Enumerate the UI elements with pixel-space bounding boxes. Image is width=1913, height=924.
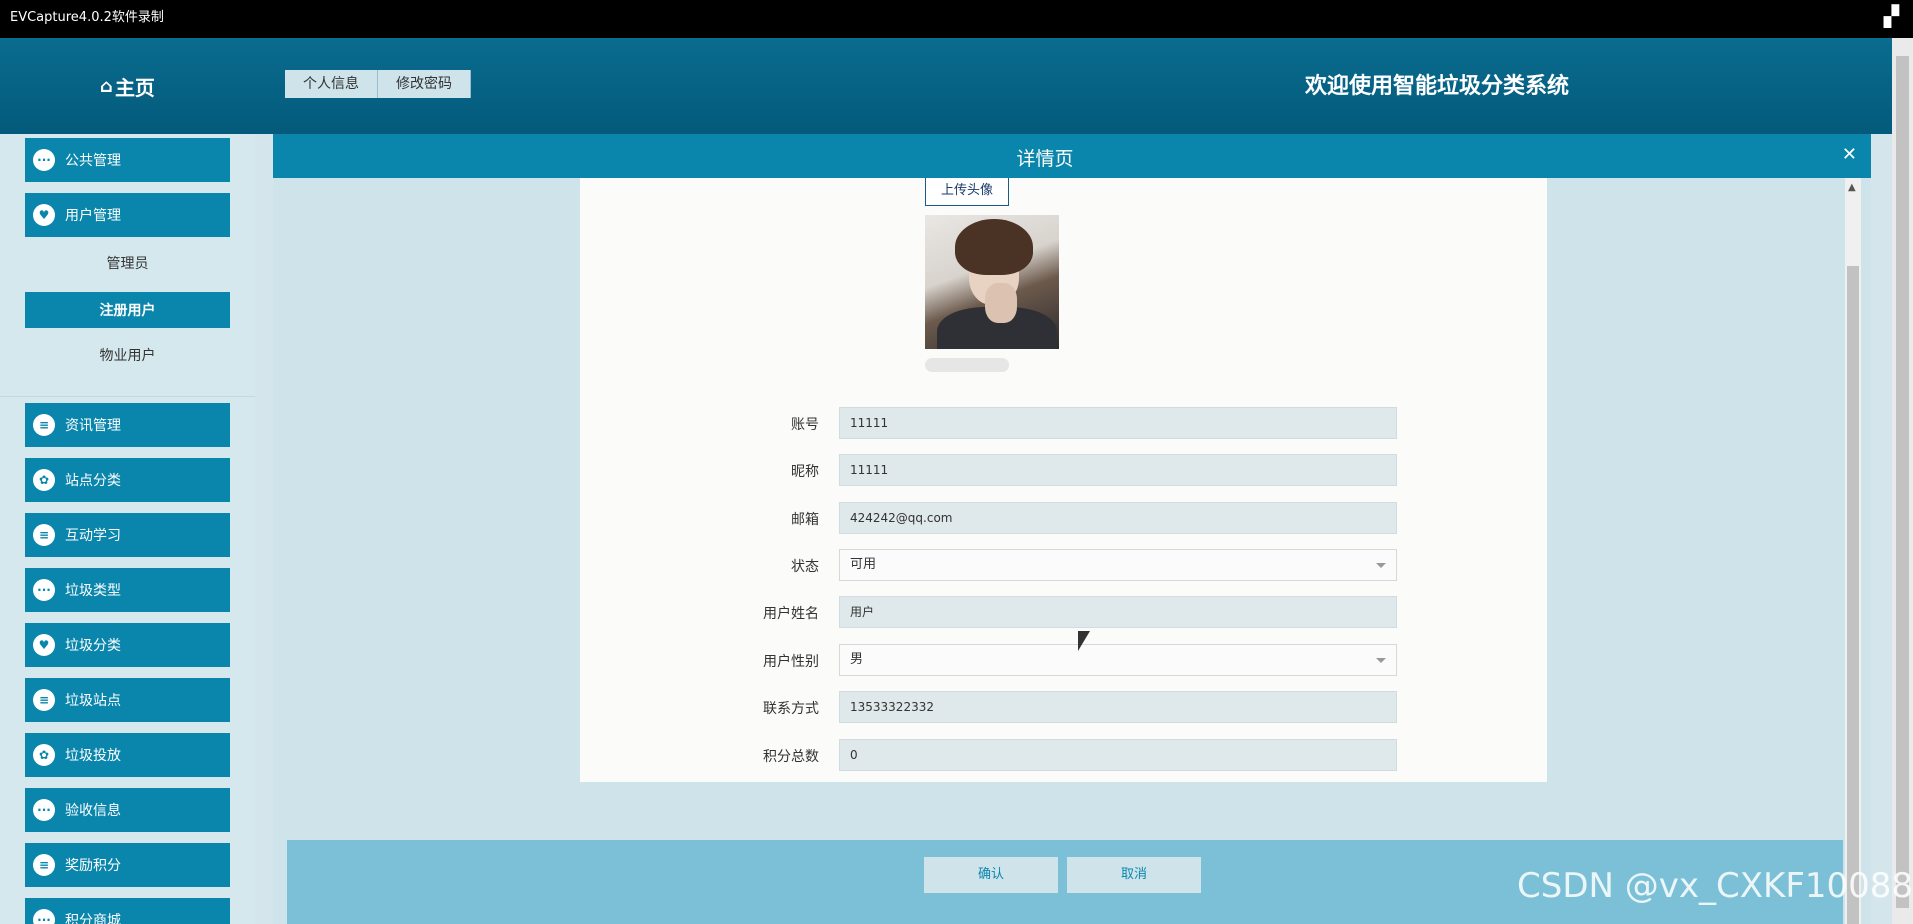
sidebar-item-station-category[interactable]: ✿ 站点分类: [25, 458, 230, 502]
close-icon[interactable]: ✕: [1842, 144, 1857, 165]
top-tabs: 个人信息 修改密码: [285, 70, 471, 98]
tab-change-password[interactable]: 修改密码: [378, 70, 471, 98]
watermark: CSDN @vx_CXKF10088: [1517, 866, 1913, 906]
scroll-up-arrow-icon[interactable]: ▲: [1848, 182, 1856, 193]
field-account: 账号 11111: [580, 407, 1547, 439]
contact-field[interactable]: 13533322332: [839, 691, 1397, 723]
sidebar-item-label: 资讯管理: [65, 418, 121, 434]
field-status: 状态 可用: [580, 549, 1547, 581]
email-field[interactable]: 424242@qq.com: [839, 502, 1397, 534]
field-label: 邮箱: [791, 512, 819, 528]
sidebar-item-label: 垃圾投放: [65, 748, 121, 764]
list-icon: ≡: [33, 524, 55, 546]
modal-title: 详情页: [1016, 148, 1074, 170]
home-label: 主页: [114, 75, 155, 100]
gender-select-value: 男: [850, 652, 864, 667]
recorder-title-bar: EVCapture4.0.2软件录制 ▞: [0, 0, 1913, 38]
avatar: [925, 215, 1059, 349]
sidebar-item-label: 站点分类: [65, 473, 121, 489]
gear-icon: ✿: [33, 744, 55, 766]
field-label: 账号: [791, 417, 819, 433]
sidebar-item-label: 垃圾站点: [65, 693, 121, 709]
sidebar-item-garbage-classification[interactable]: ♥ 垃圾分类: [25, 623, 230, 667]
sidebar-sub-admin[interactable]: 管理员: [25, 245, 230, 281]
sidebar-item-reward-points[interactable]: ≡ 奖励积分: [25, 843, 230, 887]
field-email: 邮箱 424242@qq.com: [580, 502, 1547, 534]
chevron-down-icon: [1376, 563, 1386, 568]
tab-personal-info[interactable]: 个人信息: [285, 70, 378, 98]
window-scrollbar[interactable]: [1892, 38, 1913, 924]
sidebar-item-label: 公共管理: [65, 153, 121, 169]
gear-icon: ✿: [33, 469, 55, 491]
user-name-field[interactable]: 用户: [839, 596, 1397, 628]
recorder-title: EVCapture4.0.2软件录制: [10, 10, 164, 25]
heart-icon: ♥: [33, 204, 55, 226]
field-gender: 用户性别 男: [580, 644, 1547, 676]
list-icon: ≡: [33, 689, 55, 711]
field-label: 联系方式: [763, 701, 819, 717]
detail-modal: 详情页 ✕ ▲ 上传头像 账号 11111 昵称 11111 邮箱 424242…: [273, 134, 1871, 924]
window-scrollbar-thumb[interactable]: [1896, 56, 1909, 908]
sidebar-item-label: 垃圾类型: [65, 583, 121, 599]
sidebar-item-label: 互动学习: [65, 528, 121, 544]
sidebar: ··· 公共管理 ♥ 用户管理 管理员 注册用户 物业用户 ≡ 资讯管理 ✿ 站…: [0, 134, 255, 924]
list-icon: ≡: [33, 854, 55, 876]
field-contact: 联系方式 13533322332: [580, 691, 1547, 723]
sidebar-item-news[interactable]: ≡ 资讯管理: [25, 403, 230, 447]
sidebar-item-public[interactable]: ··· 公共管理: [25, 138, 230, 182]
window-menu-icon[interactable]: ▞: [1884, 4, 1899, 28]
sidebar-item-acceptance-info[interactable]: ··· 验收信息: [25, 788, 230, 832]
field-points: 积分总数 0: [580, 739, 1547, 771]
sidebar-sub-property-users[interactable]: 物业用户: [25, 337, 230, 373]
avatar-hair-shape: [955, 219, 1033, 275]
nickname-field[interactable]: 11111: [839, 454, 1397, 486]
detail-form: 上传头像 账号 11111 昵称 11111 邮箱 424242@qq.com …: [580, 178, 1547, 782]
chat-icon: ···: [33, 909, 55, 924]
confirm-button[interactable]: 确认: [924, 857, 1058, 893]
sidebar-divider: [0, 396, 255, 397]
cancel-button[interactable]: 取消: [1067, 857, 1201, 893]
field-label: 昵称: [791, 464, 819, 480]
field-user-name: 用户姓名 用户: [580, 596, 1547, 628]
chat-icon: ···: [33, 149, 55, 171]
chat-icon: ···: [33, 579, 55, 601]
sidebar-item-label: 垃圾分类: [65, 638, 121, 654]
status-select-value: 可用: [850, 557, 877, 572]
field-label: 状态: [791, 559, 819, 575]
heart-icon: ♥: [33, 634, 55, 656]
sidebar-item-label: 积分商城: [65, 913, 121, 924]
home-icon: ⌂: [100, 75, 113, 97]
field-nickname: 昵称 11111: [580, 454, 1547, 486]
modal-scrollbar[interactable]: ▲: [1845, 178, 1861, 924]
sidebar-item-garbage-station[interactable]: ≡ 垃圾站点: [25, 678, 230, 722]
modal-header: 详情页 ✕: [273, 134, 1871, 178]
chat-icon: ···: [33, 799, 55, 821]
sidebar-item-users[interactable]: ♥ 用户管理: [25, 193, 230, 237]
avatar-hand-shape: [985, 283, 1017, 323]
account-field[interactable]: 11111: [839, 407, 1397, 439]
mouse-cursor-icon: [1078, 631, 1090, 651]
home-link[interactable]: ⌂ 主页: [0, 38, 255, 134]
list-icon: ≡: [33, 414, 55, 436]
sidebar-sub-registered-users[interactable]: 注册用户: [25, 292, 230, 328]
sidebar-item-label: 用户管理: [65, 208, 121, 224]
upload-avatar-button[interactable]: 上传头像: [925, 178, 1009, 206]
welcome-title: 欢迎使用智能垃圾分类系统: [1305, 74, 1570, 99]
sidebar-item-garbage-type[interactable]: ··· 垃圾类型: [25, 568, 230, 612]
modal-scrollbar-thumb[interactable]: [1847, 266, 1859, 924]
app-header: ⌂ 主页 个人信息 修改密码 欢迎使用智能垃圾分类系统: [0, 38, 1892, 134]
field-label: 用户姓名: [763, 606, 819, 622]
field-label: 用户性别: [763, 654, 819, 670]
sidebar-item-interactive-learning[interactable]: ≡ 互动学习: [25, 513, 230, 557]
status-select[interactable]: 可用: [839, 549, 1397, 581]
sidebar-item-garbage-disposal[interactable]: ✿ 垃圾投放: [25, 733, 230, 777]
sidebar-item-points-mall[interactable]: ··· 积分商城: [25, 898, 230, 924]
gender-select[interactable]: 男: [839, 644, 1397, 676]
sidebar-item-label: 奖励积分: [65, 858, 121, 874]
chevron-down-icon: [1376, 658, 1386, 663]
sidebar-item-label: 验收信息: [65, 803, 121, 819]
field-label: 积分总数: [763, 749, 819, 765]
points-field[interactable]: 0: [839, 739, 1397, 771]
avatar-caption: [925, 358, 1009, 372]
